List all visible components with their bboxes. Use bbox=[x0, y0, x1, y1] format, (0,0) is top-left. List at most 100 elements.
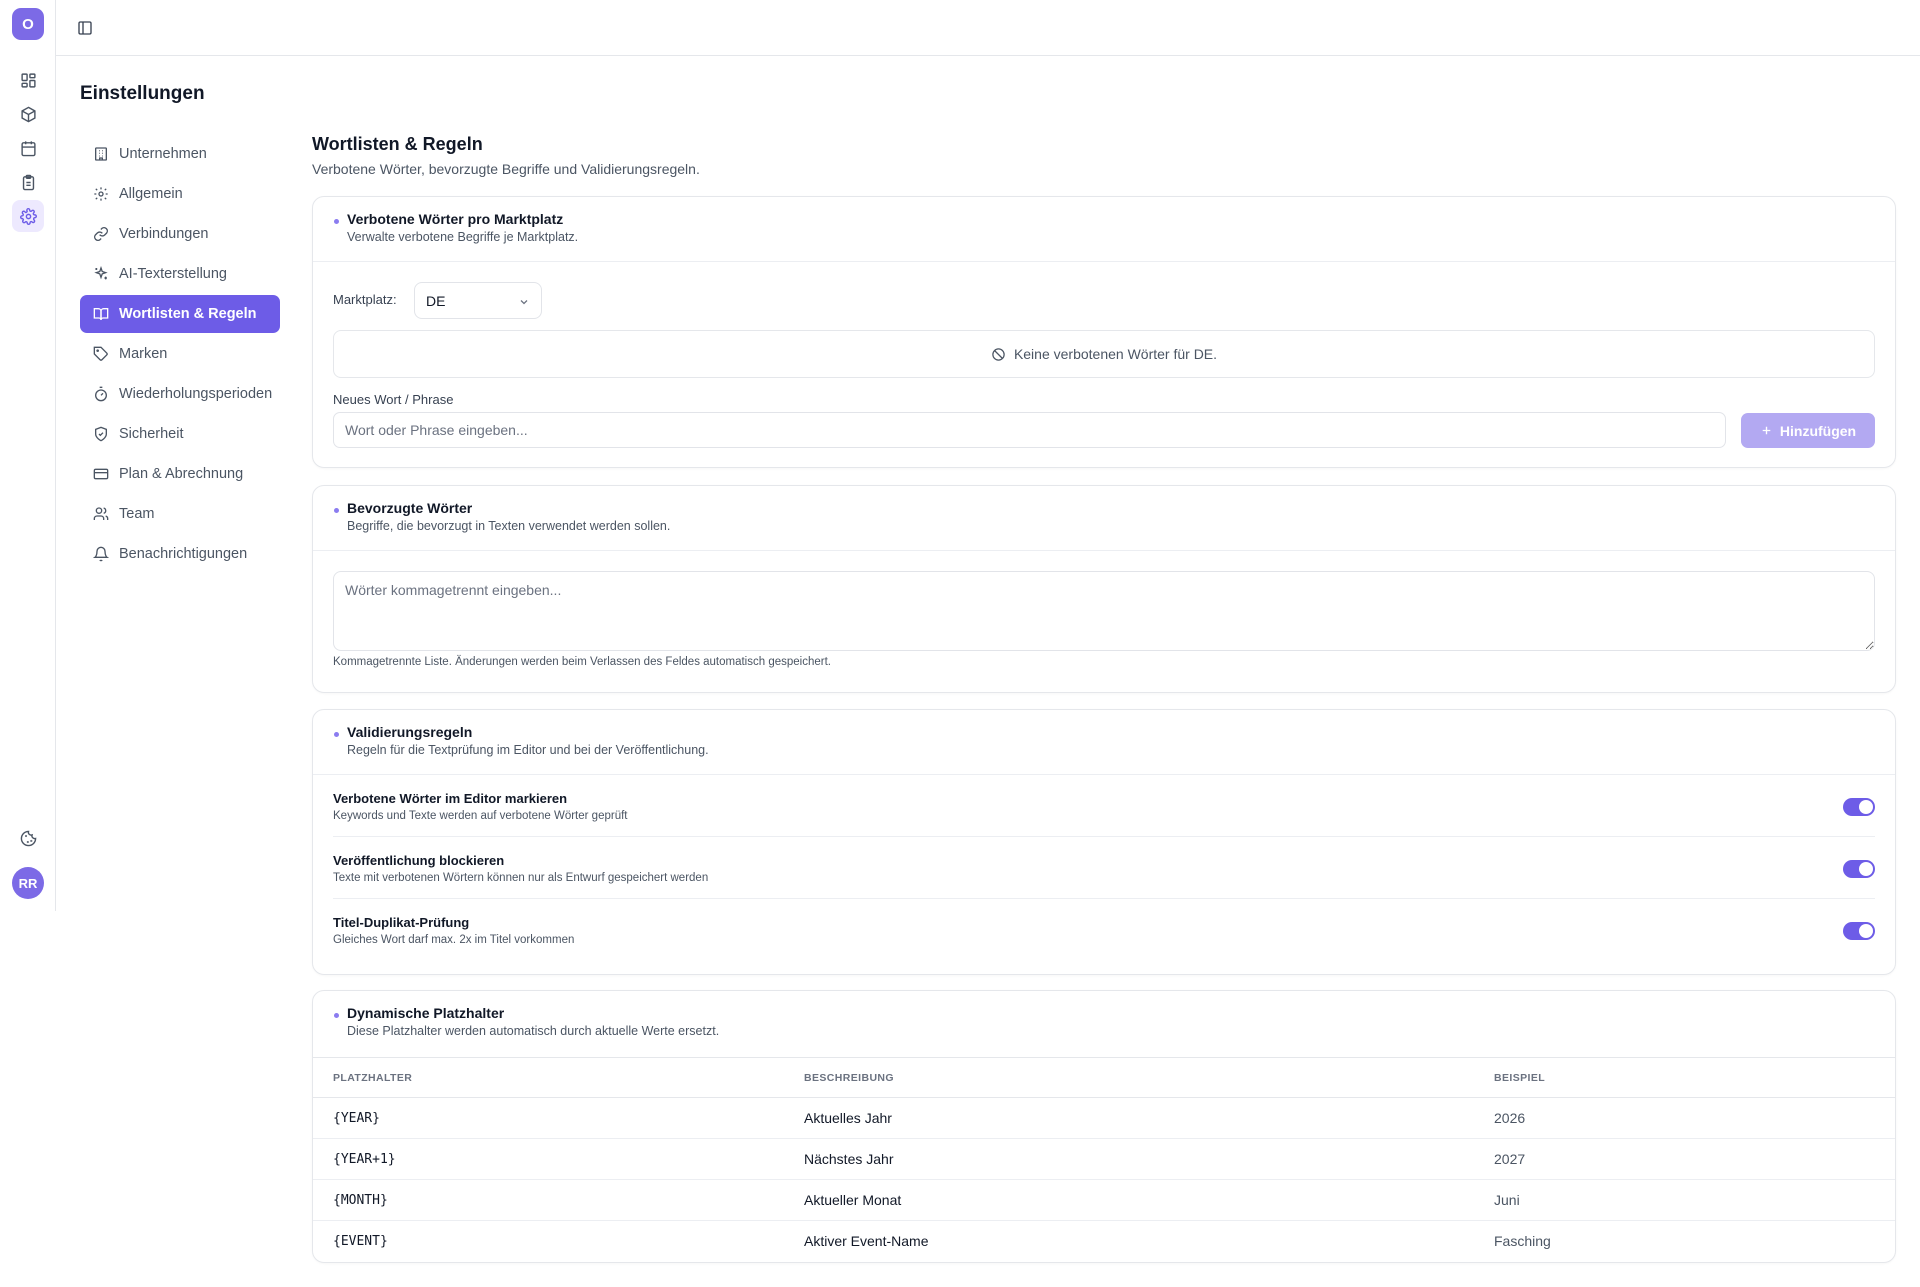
preferred-words-textarea[interactable] bbox=[333, 571, 1875, 651]
table-row: {YEAR} Aktuelles Jahr 2026 bbox=[313, 1097, 1895, 1139]
sidebar-toggle-icon[interactable] bbox=[74, 17, 96, 39]
placeholder-example: Juni bbox=[1494, 1179, 1895, 1221]
column-header: BEISPIEL bbox=[1494, 1057, 1895, 1098]
rule-description: Texte mit verbotenen Wörtern können nur … bbox=[333, 872, 709, 884]
new-word-input[interactable] bbox=[333, 412, 1726, 448]
page-title: Einstellungen bbox=[80, 83, 205, 104]
rule-toggle[interactable] bbox=[1843, 922, 1875, 940]
market-label: Marktplatz: bbox=[333, 292, 397, 307]
nav-item-plan-abrechnung[interactable]: Plan & Abrechnung bbox=[80, 455, 280, 493]
card-header: Validierungsregeln Regeln für die Textpr… bbox=[313, 710, 1895, 775]
new-word-label: Neues Wort / Phrase bbox=[333, 392, 454, 407]
nav-item-label: Plan & Abrechnung bbox=[119, 466, 244, 482]
table-header-row: PLATZHALTER BESCHREIBUNG BEISPIEL bbox=[313, 1057, 1895, 1098]
card-subtitle: Regeln für die Textprüfung im Editor und… bbox=[347, 743, 709, 757]
rule-title: Titel-Duplikat-Prüfung bbox=[333, 915, 470, 930]
nav-item-unternehmen[interactable]: Unternehmen bbox=[80, 135, 280, 173]
rule-title: Verbotene Wörter im Editor markieren bbox=[333, 791, 568, 806]
toggle-knob bbox=[1859, 924, 1873, 938]
card-header: Dynamische Platzhalter Diese Platzhalter… bbox=[313, 991, 1895, 1057]
card-header: Bevorzugte Wörter Begriffe, die bevorzug… bbox=[313, 486, 1895, 551]
placeholders-card: Dynamische Platzhalter Diese Platzhalter… bbox=[312, 990, 1896, 1263]
nav-item-allgemein[interactable]: Allgemein bbox=[80, 175, 280, 213]
plus-icon bbox=[1762, 426, 1771, 435]
users-icon bbox=[93, 507, 109, 520]
rule-row: Verbotene Wörter im Editor markieren Key… bbox=[333, 775, 1875, 837]
rule-row: Titel-Duplikat-Prüfung Gleiches Wort dar… bbox=[333, 899, 1875, 961]
add-word-button-label: Hinzufügen bbox=[1779, 422, 1857, 439]
placeholders-table: PLATZHALTER BESCHREIBUNG BEISPIEL {YEAR}… bbox=[313, 1057, 1895, 1262]
nav-item-wiederholungsperioden[interactable]: Wiederholungsperioden bbox=[80, 375, 280, 413]
table-row: {YEAR+1} Nächstes Jahr 2027 bbox=[313, 1138, 1895, 1180]
preferred-words-card: Bevorzugte Wörter Begriffe, die bevorzug… bbox=[312, 485, 1896, 693]
calendar-icon[interactable] bbox=[12, 132, 44, 164]
credit-card-icon bbox=[93, 468, 109, 480]
settings-icon[interactable] bbox=[12, 200, 44, 232]
app-rail: O RR bbox=[0, 0, 56, 911]
nav-item-label: Allgemein bbox=[119, 186, 183, 202]
empty-state: Keine verbotenen Wörter für DE. bbox=[333, 330, 1875, 378]
card-title: Verbotene Wörter pro Marktplatz bbox=[347, 211, 564, 227]
placeholder-description: Aktuelles Jahr bbox=[804, 1097, 1494, 1139]
nav-item-ai-texterstellung[interactable]: AI-Texterstellung bbox=[80, 255, 280, 293]
ban-icon bbox=[992, 347, 1005, 361]
market-select[interactable]: DE bbox=[414, 282, 542, 319]
app-logo[interactable]: O bbox=[12, 8, 44, 40]
clipboard-icon[interactable] bbox=[12, 166, 44, 198]
nav-item-verbindungen[interactable]: Verbindungen bbox=[80, 215, 280, 253]
card-title: Dynamische Platzhalter bbox=[347, 1005, 505, 1021]
bullet-dot bbox=[334, 219, 339, 224]
building-icon bbox=[95, 147, 107, 161]
placeholder-example: 2026 bbox=[1494, 1097, 1895, 1139]
rule-toggle[interactable] bbox=[1843, 860, 1875, 878]
column-header: PLATZHALTER bbox=[313, 1057, 804, 1098]
nav-item-label: Sicherheit bbox=[119, 426, 184, 442]
nav-item-label: AI-Texterstellung bbox=[119, 266, 227, 282]
gear-icon bbox=[94, 187, 108, 201]
dashboard-icon[interactable] bbox=[12, 64, 44, 96]
bullet-dot bbox=[334, 508, 339, 513]
preferred-words-hint: Kommagetrennte Liste. Änderungen werden … bbox=[333, 656, 831, 668]
card-subtitle: Diese Platzhalter werden automatisch dur… bbox=[347, 1024, 720, 1038]
link-icon bbox=[94, 227, 108, 241]
rule-title: Veröffentlichung blockieren bbox=[333, 853, 505, 868]
placeholder-token: {EVENT} bbox=[333, 1233, 388, 1249]
table-row: {MONTH} Aktueller Monat Juni bbox=[313, 1179, 1895, 1221]
user-avatar[interactable]: RR bbox=[12, 867, 44, 899]
placeholder-example: 2027 bbox=[1494, 1138, 1895, 1180]
nav-item-benachrichtigungen[interactable]: Benachrichtigungen bbox=[80, 535, 280, 573]
nav-item-sicherheit[interactable]: Sicherheit bbox=[80, 415, 280, 453]
placeholder-token: {YEAR+1} bbox=[313, 1138, 804, 1180]
nav-item-marken[interactable]: Marken bbox=[80, 335, 280, 373]
rule-description: Keywords und Texte werden auf verbotene … bbox=[333, 810, 628, 822]
sparkles-icon bbox=[94, 266, 108, 280]
rule-toggle[interactable] bbox=[1843, 798, 1875, 816]
section-title: Wortlisten & Regeln bbox=[312, 134, 483, 154]
toggle-knob bbox=[1859, 800, 1873, 814]
table-row: {EVENT} Aktiver Event-Name Fasching bbox=[313, 1221, 1895, 1262]
cookie-icon[interactable] bbox=[12, 822, 44, 854]
rule-row: Veröffentlichung blockieren Texte mit ve… bbox=[333, 837, 1875, 899]
rule-description: Gleiches Wort darf max. 2x im Titel vork… bbox=[333, 934, 575, 946]
card-title: Bevorzugte Wörter bbox=[347, 500, 473, 516]
nav-item-label: Wortlisten & Regeln bbox=[119, 306, 257, 322]
package-icon[interactable] bbox=[12, 98, 44, 130]
bullet-dot bbox=[334, 732, 339, 737]
bullet-dot bbox=[334, 1013, 339, 1018]
placeholder-token: {YEAR} bbox=[313, 1097, 804, 1139]
placeholder-description: Aktiver Event-Name bbox=[804, 1233, 929, 1250]
section-subtitle: Verbotene Wörter, bevorzugte Begriffe un… bbox=[312, 161, 700, 177]
nav-item-team[interactable]: Team bbox=[80, 495, 280, 533]
shield-icon bbox=[95, 426, 107, 442]
nav-item-label: Team bbox=[119, 506, 155, 522]
placeholder-description: Aktueller Monat bbox=[804, 1179, 1494, 1221]
validation-rules-card: Validierungsregeln Regeln für die Textpr… bbox=[312, 709, 1896, 975]
toggle-knob bbox=[1859, 862, 1873, 876]
nav-item-wortlisten-regeln[interactable]: Wortlisten & Regeln bbox=[80, 295, 280, 333]
forbidden-words-card: Verbotene Wörter pro Marktplatz Verwalte… bbox=[312, 196, 1896, 468]
nav-item-label: Marken bbox=[119, 346, 168, 362]
timer-icon bbox=[95, 386, 107, 402]
add-word-button[interactable]: Hinzufügen bbox=[1741, 413, 1875, 448]
placeholder-description: Nächstes Jahr bbox=[804, 1138, 1494, 1180]
top-bar bbox=[56, 0, 1920, 56]
